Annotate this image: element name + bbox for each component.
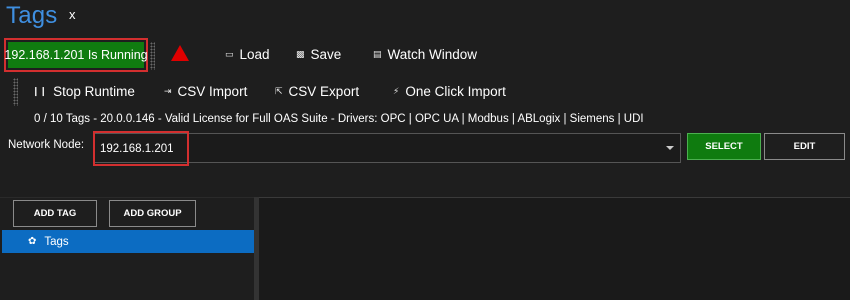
- runtime-status-highlight: 192.168.1.201 Is Running: [4, 38, 148, 72]
- network-node-value: 192.168.1.201: [100, 143, 174, 155]
- chevron-down-icon[interactable]: [666, 146, 674, 150]
- toolbar-grip-handle[interactable]: [13, 78, 18, 106]
- warning-triangle-icon: [171, 45, 189, 61]
- csv-export-label: CSV Export: [288, 84, 360, 99]
- save-label: Save: [310, 47, 342, 62]
- license-info: 0 / 10 Tags - 20.0.0.146 - Valid License…: [34, 113, 644, 125]
- window-title: Tags: [6, 2, 58, 29]
- pause-icon: ❙❙: [32, 86, 48, 97]
- close-icon[interactable]: x: [69, 7, 76, 22]
- toolbar-grip-handle[interactable]: [150, 42, 155, 70]
- watch-window-button[interactable]: ▤ Watch Window: [373, 47, 477, 62]
- panel-divider: [0, 197, 254, 198]
- import-icon: ⇥: [164, 86, 172, 97]
- tree-item-label: Tags: [44, 235, 69, 248]
- select-button[interactable]: SELECT: [687, 133, 761, 160]
- lightning-icon: ⚡: [393, 86, 400, 97]
- gear-icon: ✿: [28, 236, 37, 247]
- one-click-import-label: One Click Import: [405, 84, 506, 99]
- folder-icon: ▭: [225, 49, 234, 60]
- stop-runtime-label: Stop Runtime: [53, 84, 135, 99]
- watch-window-label: Watch Window: [387, 47, 478, 62]
- load-button[interactable]: ▭ Load: [225, 47, 270, 62]
- edit-button[interactable]: EDIT: [764, 133, 845, 160]
- save-icon: ▩: [296, 49, 305, 60]
- tree-item-tags[interactable]: ✿ Tags: [2, 230, 254, 253]
- tag-tree-panel[interactable]: [2, 253, 254, 300]
- watch-window-icon: ▤: [373, 49, 382, 60]
- add-group-button[interactable]: ADD GROUP: [109, 200, 196, 227]
- stop-runtime-button[interactable]: ❙❙ Stop Runtime: [32, 84, 135, 99]
- export-icon: ⇱: [275, 86, 283, 97]
- csv-export-button[interactable]: ⇱ CSV Export: [275, 84, 359, 99]
- save-button[interactable]: ▩ Save: [296, 47, 341, 62]
- runtime-status-badge: 192.168.1.201 Is Running: [4, 42, 148, 68]
- one-click-import-button[interactable]: ⚡ One Click Import: [393, 84, 506, 99]
- csv-import-label: CSV Import: [177, 84, 248, 99]
- csv-import-button[interactable]: ⇥ CSV Import: [164, 84, 247, 99]
- load-label: Load: [239, 47, 270, 62]
- add-tag-button[interactable]: ADD TAG: [13, 200, 97, 227]
- tag-details-panel: [259, 197, 850, 300]
- network-node-label: Network Node:: [8, 139, 85, 151]
